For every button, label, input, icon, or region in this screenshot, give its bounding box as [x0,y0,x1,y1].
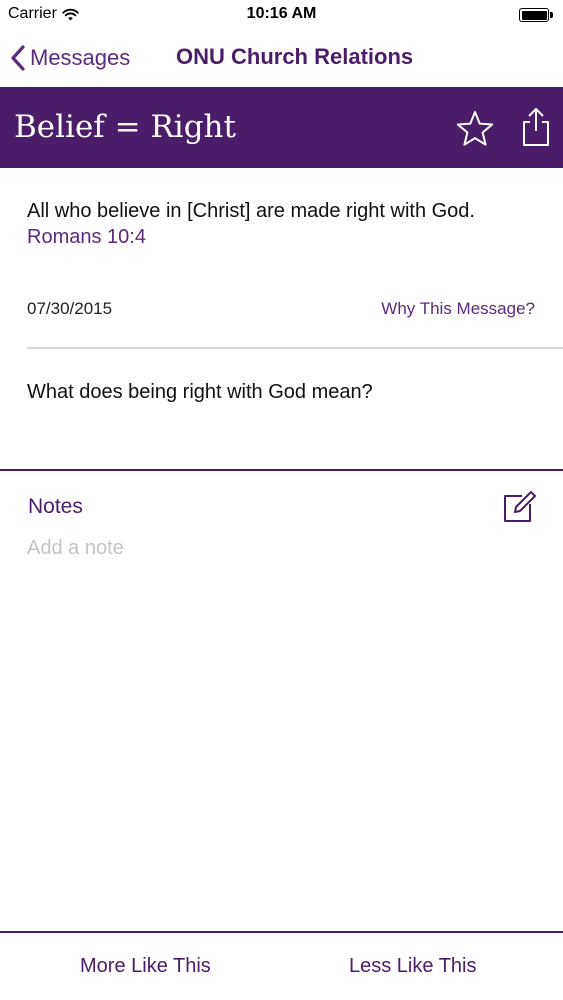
verse-reference-link[interactable]: Romans 10:4 [27,223,146,251]
verse-text: All who believe in [Christ] are made rig… [27,200,475,222]
add-note-input[interactable] [27,533,527,563]
notes-heading: Notes [28,495,83,518]
title-banner: Belief = Right [0,87,563,168]
section-divider [0,469,563,471]
edit-note-icon[interactable] [502,490,536,524]
message-title: Belief = Right [14,109,236,145]
less-like-this-button[interactable]: Less Like This [349,955,476,978]
back-button[interactable]: Messages [10,40,130,76]
battery-icon [519,8,553,22]
nav-title: ONU Church Relations [176,44,414,69]
message-date: 07/30/2015 [27,299,113,318]
bottom-action-bar: More Like This Less Like This [0,931,563,1000]
message-detail-screen: Carrier 10:16 AM Messages ONU Church Rel… [0,0,563,1000]
reflection-question: What does being right with God mean? [27,381,373,403]
nav-bar: Messages ONU Church Relations [0,30,563,87]
star-outline-icon[interactable] [455,109,495,149]
battery-fill [521,10,547,20]
more-like-this-button[interactable]: More Like This [80,955,211,978]
share-icon[interactable] [518,107,554,149]
back-label: Messages [30,45,131,70]
divider [27,347,563,349]
chevron-left-icon [11,45,25,71]
status-bar: Carrier 10:16 AM [0,0,563,30]
why-this-message-link[interactable]: Why This Message? [381,299,535,319]
status-time: 10:16 AM [246,5,317,22]
